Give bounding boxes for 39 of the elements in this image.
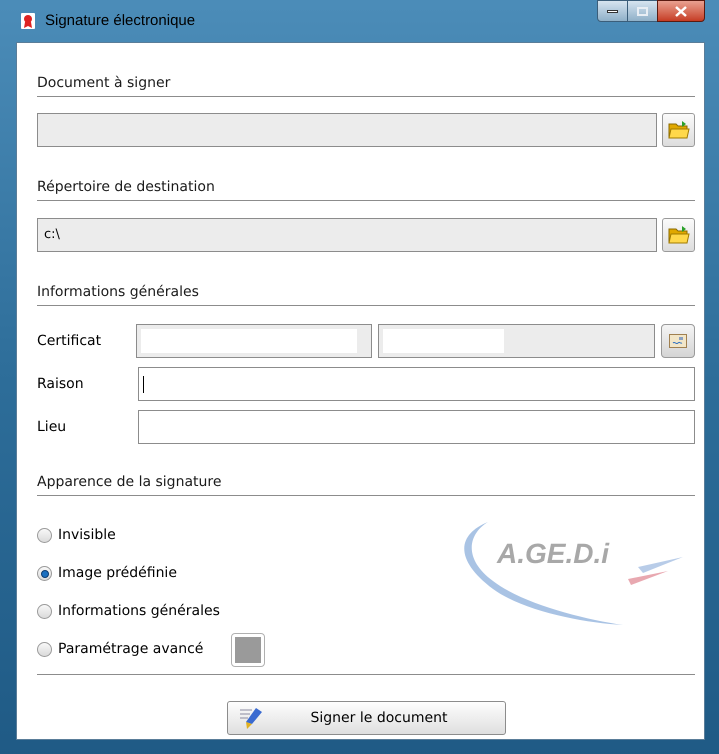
- browse-button[interactable]: [662, 113, 695, 147]
- radio-label: Informations générales: [58, 602, 220, 621]
- certificate-field[interactable]: [136, 324, 372, 358]
- folder-icon: [668, 225, 690, 245]
- field-label: Raison: [37, 374, 85, 394]
- text-field[interactable]: [138, 410, 695, 444]
- radio-button[interactable]: [37, 604, 52, 619]
- radio-button[interactable]: [37, 566, 52, 581]
- color-picker-button[interactable]: [231, 632, 266, 666]
- path-field[interactable]: [37, 113, 657, 147]
- certificate-icon: [669, 334, 687, 348]
- radio-label: Invisible: [58, 526, 116, 545]
- minimize-icon: [607, 10, 618, 12]
- certificate-field[interactable]: [378, 324, 655, 358]
- path-field[interactable]: c:\: [37, 218, 657, 252]
- minimize-button[interactable]: [597, 0, 628, 22]
- maximize-button[interactable]: [628, 0, 657, 22]
- maximize-icon: [637, 6, 648, 16]
- close-button[interactable]: [657, 0, 705, 22]
- radio-button[interactable]: [37, 642, 52, 657]
- window-title: Signature électronique: [45, 10, 196, 31]
- field-label: Lieu: [37, 418, 68, 436]
- folder-icon: [668, 120, 690, 140]
- radio-label: Paramétrage avancé: [58, 640, 204, 659]
- field-label: Certificat: [37, 332, 102, 350]
- text-field[interactable]: [138, 367, 695, 401]
- certificate-button[interactable]: [661, 324, 695, 358]
- close-icon: [675, 6, 687, 16]
- section-heading: Apparence de la signature: [37, 473, 222, 492]
- ribbon-icon: [21, 13, 35, 29]
- logo-text: A.GE.D.i: [497, 537, 610, 571]
- sign-button[interactable]: Signer le document: [226, 701, 506, 735]
- pen-icon: [238, 706, 264, 730]
- section-heading: Document à signer: [37, 74, 170, 93]
- section-heading: Répertoire de destination: [37, 178, 215, 197]
- radio-button[interactable]: [37, 528, 52, 543]
- radio-label: Image prédéfinie: [58, 564, 177, 583]
- section-heading: Informations générales: [37, 283, 199, 302]
- browse-button[interactable]: [662, 218, 695, 252]
